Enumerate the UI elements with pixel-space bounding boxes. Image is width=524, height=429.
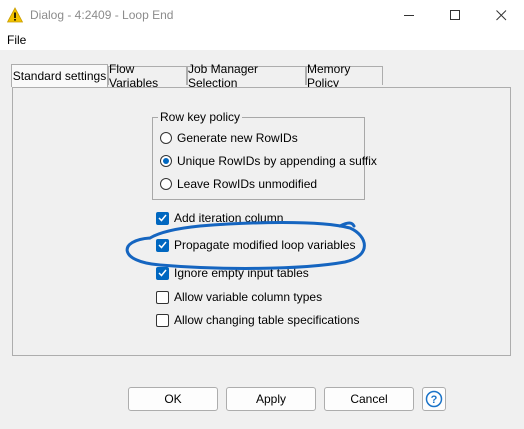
close-icon [495,9,506,20]
radio-leave-rowids-unmodified[interactable]: Leave RowIDs unmodified [160,177,317,191]
ok-button[interactable]: OK [128,387,218,411]
checkbox-propagate-loop-variables[interactable]: Propagate modified loop variables [156,238,355,252]
radio-label: Leave RowIDs unmodified [177,177,318,191]
help-button[interactable]: ? [422,387,446,411]
window-title: Dialog - 4:2409 - Loop End [30,8,174,22]
help-icon: ? [425,390,443,408]
checkbox-indicator[interactable] [156,290,169,304]
warning-triangle-icon [7,7,23,23]
tab-label: Standard settings [12,69,107,83]
cancel-button[interactable]: Cancel [324,387,414,411]
checkmark-icon [158,214,167,222]
checkbox-ignore-empty-input-tables[interactable]: Ignore empty input tables [156,266,309,280]
minimize-icon [403,14,414,16]
radio-indicator[interactable] [160,132,172,144]
tab-memory-policy[interactable]: Memory Policy [306,62,383,90]
checkmark-icon [158,269,167,277]
checkbox-label: Ignore empty input tables [174,266,309,280]
tab-job-manager-selection[interactable]: Job Manager Selection [187,62,306,90]
radio-label: Generate new RowIDs [177,131,298,145]
button-label: Cancel [350,392,388,406]
checkbox-indicator[interactable] [156,211,169,225]
button-label: Apply [255,392,287,406]
checkbox-label: Add iteration column [174,211,284,225]
tab-flow-variables[interactable]: Flow Variables [108,62,187,90]
radio-indicator[interactable] [160,155,172,167]
tab-label: Flow Variables [109,62,159,90]
tab-label: Job Manager Selection [188,62,259,90]
checkbox-indicator[interactable] [156,238,169,252]
tab-standard-settings[interactable]: Standard settings [11,64,108,87]
help-glyph: ? [431,394,438,406]
tab-label: Memory Policy [307,62,351,90]
row-key-policy-legend: Row key policy [158,110,243,124]
checkbox-allow-changing-table-specs[interactable]: Allow changing table specifications [156,313,359,327]
checkbox-label: Propagate modified loop variables [174,238,356,252]
radio-label: Unique RowIDs by appending a suffix [177,154,377,168]
checkbox-allow-variable-column-types[interactable]: Allow variable column types [156,290,322,304]
checkmark-icon [158,241,167,249]
checkbox-label: Allow variable column types [174,290,323,304]
minimize-button[interactable] [386,0,432,30]
close-button[interactable] [478,0,524,30]
checkbox-add-iteration-column[interactable]: Add iteration column [156,211,283,225]
button-label: OK [164,392,182,406]
menu-bar: File [0,30,524,50]
checkbox-indicator[interactable] [156,266,169,280]
apply-button[interactable]: Apply [226,387,316,411]
radio-indicator[interactable] [160,178,172,190]
radio-unique-rowids-suffix[interactable]: Unique RowIDs by appending a suffix [160,154,377,168]
checkbox-indicator[interactable] [156,313,169,327]
menu-file[interactable]: File [7,33,26,47]
radio-generate-new-rowids[interactable]: Generate new RowIDs [160,131,298,145]
maximize-button[interactable] [432,0,478,30]
checkbox-label: Allow changing table specifications [174,313,360,327]
maximize-icon [449,9,460,20]
title-bar: Dialog - 4:2409 - Loop End [0,0,524,30]
